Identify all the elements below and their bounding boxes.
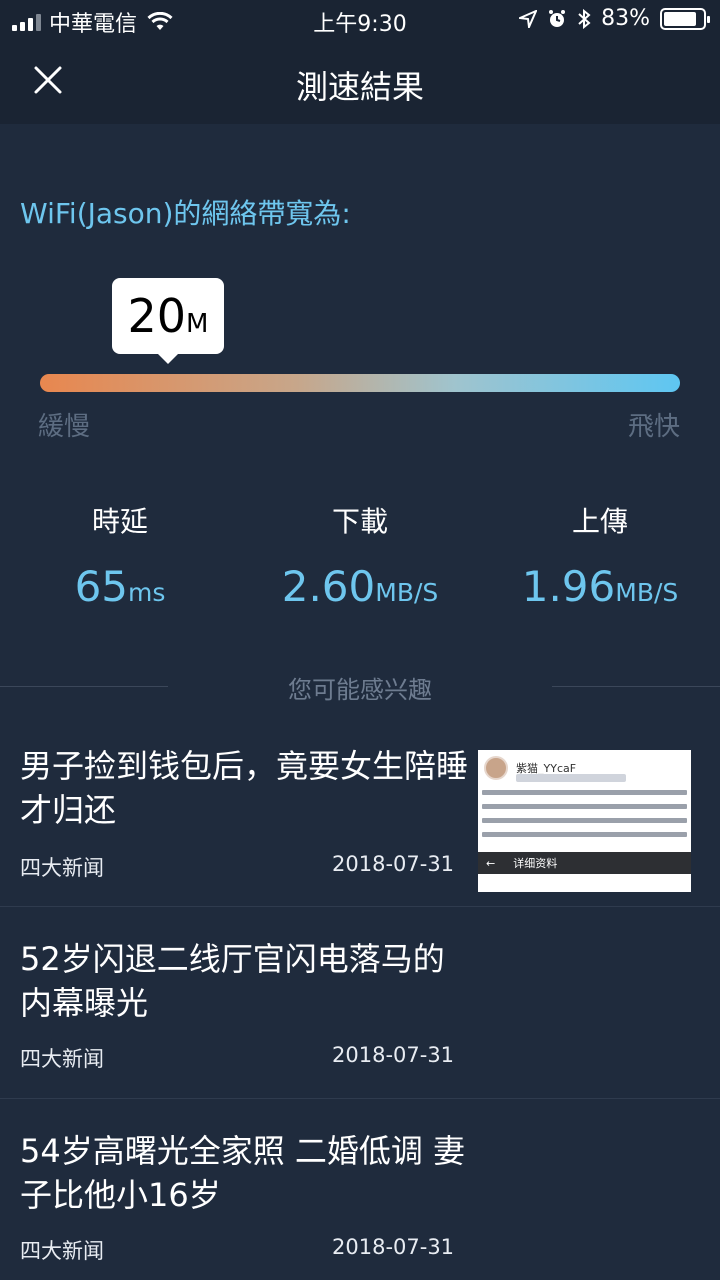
latency-label: 時延 (91, 505, 148, 538)
news-date: 2018-07-31 (332, 852, 455, 876)
upload-metric: 上傳 1.96MB/S (480, 500, 720, 611)
latency-metric: 時延 65ms (0, 500, 240, 611)
download-unit: MB/S (375, 578, 439, 607)
news-item[interactable]: 52岁闪退二线厅官闪电落马的内幕曝光 四大新闻 2018-07-31 (0, 907, 720, 1099)
bandwidth-unit: M (186, 309, 209, 339)
download-label: 下載 (331, 505, 388, 538)
avatar (484, 756, 508, 780)
page-title: 測速結果 (295, 68, 424, 106)
location-arrow-icon (519, 9, 538, 28)
news-thumbnail[interactable]: 紫猫_YYcaF ← 详细资料 (478, 750, 691, 892)
news-title[interactable]: 52岁闪退二线厅官闪电落马的内幕曝光 (20, 937, 470, 1025)
nav-bar: 測速結果 (0, 40, 720, 124)
upload-unit: MB/S (615, 578, 679, 607)
news-date: 2018-07-31 (332, 1235, 455, 1259)
status-right: 83% (519, 6, 710, 31)
thumb-toolbar-label: 详细资料 (513, 857, 558, 870)
alarm-icon (549, 9, 566, 27)
status-bar: 中華電信 上午9:30 83% (0, 0, 720, 40)
thumb-toolbar: ← 详细资料 (478, 852, 691, 874)
latency-value: 65 (74, 562, 129, 611)
latency-unit: ms (128, 578, 166, 607)
bandwidth-label: WiFi(Jason)的網絡帶寬為: (20, 197, 351, 230)
news-source: 四大新闻 (20, 856, 104, 880)
news-source: 四大新闻 (20, 1239, 104, 1263)
news-title[interactable]: 54岁高曙光全家照 二婚低调 妻子比他小16岁 (20, 1129, 470, 1217)
battery-icon (660, 7, 710, 30)
upload-value: 1.96 (521, 562, 616, 611)
section-title: 您可能感兴趣 (288, 676, 432, 704)
battery-percent: 83% (601, 6, 650, 31)
bluetooth-icon (578, 8, 591, 29)
news-title[interactable]: 男子捡到钱包后，竟要女生陪睡才归还 (20, 744, 470, 832)
back-arrow-icon: ← (486, 856, 496, 870)
news-source: 四大新闻 (20, 1047, 104, 1071)
section-divider-right (552, 686, 720, 687)
bandwidth-bubble: 20M (112, 278, 224, 364)
news-item[interactable]: 男子捡到钱包后，竟要女生陪睡才归还 四大新闻 2018-07-31 紫猫_YYc… (0, 710, 720, 907)
upload-label: 上傳 (571, 505, 628, 538)
thumb-text-lines (482, 790, 687, 846)
download-metric: 下載 2.60MB/S (240, 500, 480, 611)
download-value: 2.60 (281, 562, 376, 611)
metrics-row: 時延 65ms 下載 2.60MB/S 上傳 1.96MB/S (0, 500, 720, 620)
scale-fast-label: 飛快 (627, 412, 680, 442)
bandwidth-value: 20 (127, 289, 187, 343)
news-item[interactable]: 54岁高曙光全家照 二婚低调 妻子比他小16岁 四大新闻 2018-07-31 (0, 1099, 720, 1280)
speed-gradient-bar (40, 374, 680, 392)
thumb-subline (516, 774, 626, 782)
scale-slow-label: 緩慢 (38, 412, 91, 442)
news-date: 2018-07-31 (332, 1043, 455, 1067)
